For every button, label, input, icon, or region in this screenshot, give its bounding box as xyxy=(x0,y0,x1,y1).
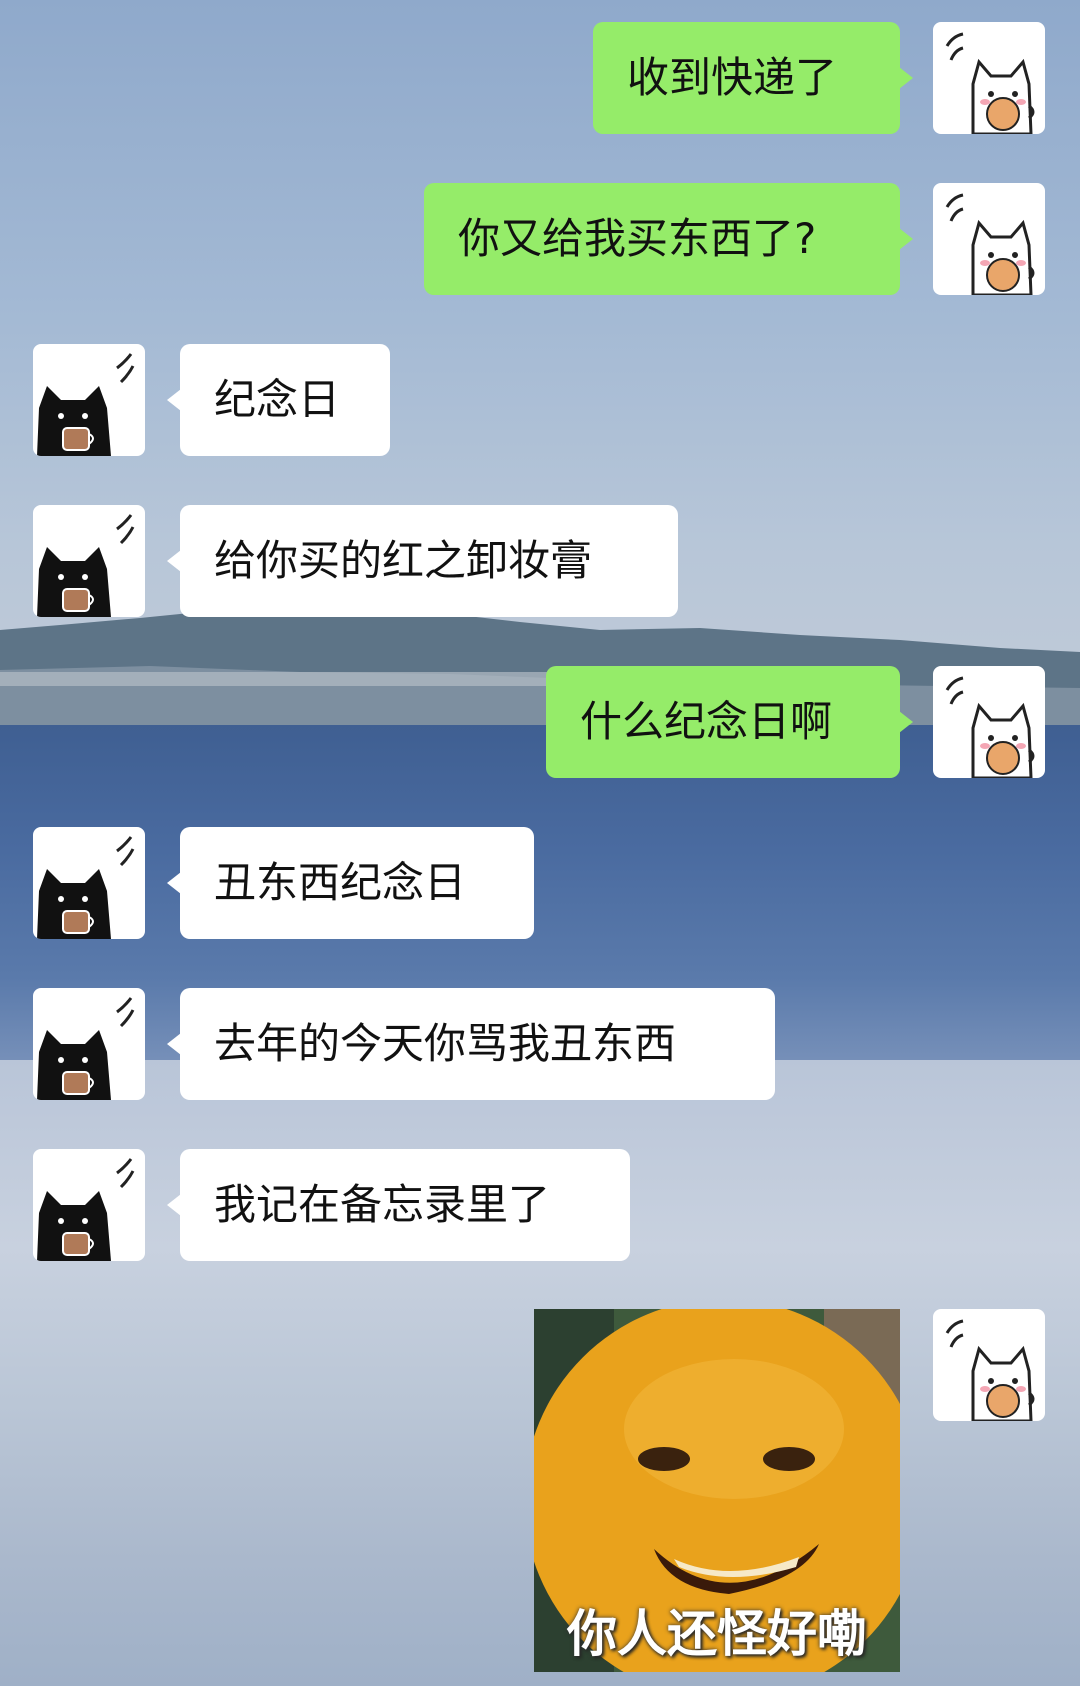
black-cat-icon xyxy=(37,353,135,456)
my-avatar[interactable] xyxy=(933,22,1045,134)
my-avatar[interactable] xyxy=(933,666,1045,778)
black-cat-icon xyxy=(37,514,135,617)
message-bubble-received[interactable]: 我记在备忘录里了 xyxy=(167,1149,630,1261)
message-bubble-received[interactable]: 纪念日 xyxy=(167,344,390,456)
white-cat-icon xyxy=(945,1319,1035,1421)
sticker-caption: 你人还怪好嘞 xyxy=(567,1605,867,1663)
message-bubble-received[interactable]: 丑东西纪念日 xyxy=(167,827,534,939)
sticker-message[interactable]: 你人还怪好嘞 xyxy=(534,1309,900,1672)
my-avatar[interactable] xyxy=(933,1309,1045,1421)
black-cat-icon xyxy=(37,836,135,939)
my-avatar[interactable] xyxy=(933,183,1045,295)
contact-avatar[interactable] xyxy=(33,988,145,1100)
message-bubble-received[interactable]: 去年的今天你骂我丑东西 xyxy=(167,988,775,1100)
white-cat-icon xyxy=(945,676,1035,778)
contact-avatar[interactable] xyxy=(33,505,145,617)
white-cat-icon xyxy=(945,193,1035,295)
message-bubble-sent[interactable]: 收到快递了 xyxy=(593,22,913,134)
message-bubble-sent[interactable]: 什么纪念日啊 xyxy=(546,666,913,778)
black-cat-icon xyxy=(37,997,135,1100)
message-bubble-received[interactable]: 给你买的红之卸妆膏 xyxy=(167,505,678,617)
contact-avatar[interactable] xyxy=(33,1149,145,1261)
contact-avatar[interactable] xyxy=(33,827,145,939)
black-cat-icon xyxy=(37,1158,135,1261)
white-cat-icon xyxy=(945,32,1035,134)
background-hills xyxy=(0,606,1080,740)
contact-avatar[interactable] xyxy=(33,344,145,456)
message-bubble-sent[interactable]: 你又给我买东西了? xyxy=(424,183,913,295)
